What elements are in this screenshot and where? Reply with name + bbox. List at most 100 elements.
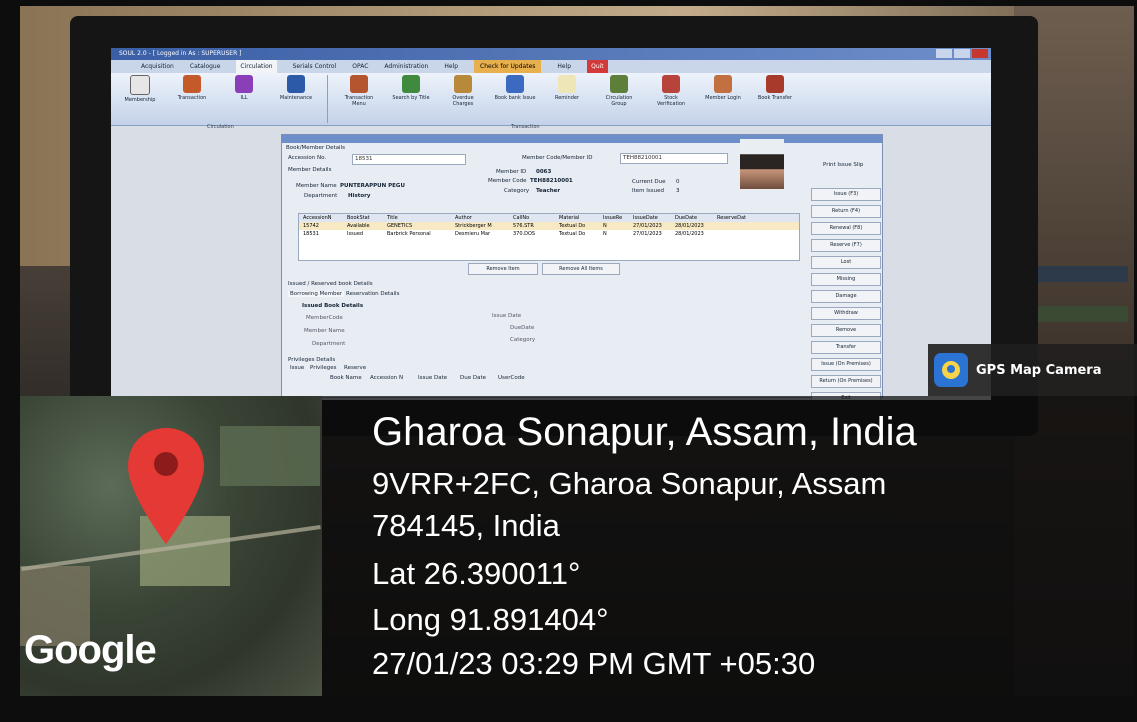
- remove-item-button[interactable]: Remove Item: [468, 263, 538, 275]
- ribbon-label: Membership: [124, 97, 156, 103]
- ribbon-book-transfer[interactable]: Book Transfer: [754, 75, 796, 123]
- member-login-icon: [714, 75, 732, 93]
- renewal-button[interactable]: Renewal (F8): [811, 222, 881, 235]
- member-id-label: Member ID: [496, 169, 527, 175]
- ribbon-label: Transaction: [177, 95, 207, 101]
- ribbon-toolbar: Membership Transaction ILL Maintenance T…: [111, 73, 991, 126]
- reminder-icon: [558, 75, 576, 93]
- ribbon-label: Reminder: [554, 95, 580, 101]
- transfer-button[interactable]: Transfer: [811, 341, 881, 354]
- satellite-map: Google: [20, 396, 322, 696]
- tab-borrowing-member[interactable]: Borrowing Member: [288, 291, 345, 297]
- circulation-dialog: Book/Member Details Accession No. 18531 …: [281, 134, 883, 398]
- ribbon-overdue[interactable]: Overdue Charges: [442, 75, 484, 123]
- tab-issue[interactable]: Issue: [290, 365, 304, 371]
- menu-serials[interactable]: Serials Control: [293, 60, 337, 73]
- priv-header: Accession N: [370, 375, 404, 381]
- missing-button[interactable]: Missing: [811, 273, 881, 286]
- table-row[interactable]: 15742 Available GENETICS Strickberger M …: [299, 222, 799, 230]
- ill-icon: [235, 75, 253, 93]
- menu-catalogue[interactable]: Catalogue: [190, 60, 221, 73]
- menu-acquisition[interactable]: Acquisition: [141, 60, 174, 73]
- grid-header: Author: [455, 215, 472, 221]
- minimize-button[interactable]: [936, 49, 952, 58]
- remove-all-button[interactable]: Remove All Items: [542, 263, 620, 275]
- grid-header: AccessionN: [303, 215, 332, 221]
- menu-opac[interactable]: OPAC: [352, 60, 368, 73]
- ribbon-search-title[interactable]: Search by Title: [390, 75, 432, 123]
- ribbon-membership[interactable]: Membership: [119, 75, 161, 123]
- remove-button[interactable]: Remove: [811, 324, 881, 337]
- lost-button[interactable]: Lost: [811, 256, 881, 269]
- current-due-value: 0: [676, 179, 680, 185]
- tab-reserve[interactable]: Reserve: [344, 365, 366, 371]
- issue-on-premises-button[interactable]: Issue (On Premises): [811, 358, 881, 371]
- grid-header: DueDate: [675, 215, 698, 221]
- ribbon-stock-verification[interactable]: Stock Verification: [650, 75, 692, 123]
- damage-button[interactable]: Damage: [811, 290, 881, 303]
- gps-badge-text: GPS Map Camera: [976, 362, 1102, 378]
- menu-bar: Acquisition Catalogue Circulation Serial…: [111, 60, 991, 73]
- transaction-icon: [183, 75, 201, 93]
- grid-cell: GENETICS: [387, 223, 413, 229]
- menu-help[interactable]: Help: [444, 60, 458, 73]
- quit-button[interactable]: Quit: [587, 60, 608, 73]
- grid-header-row: AccessionN BookStat Title Author CallNo …: [299, 214, 799, 222]
- ribbon-bookbank[interactable]: Book bank Issue: [494, 75, 536, 123]
- menu-circulation[interactable]: Circulation: [236, 60, 277, 73]
- check-updates-button[interactable]: Check for Updates: [474, 60, 542, 73]
- print-slip-checkbox[interactable]: Print Issue Slip: [823, 162, 863, 168]
- window-title: SOUL 2.0 - [ Logged in As : SUPERUSER ]: [119, 50, 242, 57]
- ribbon-reminder[interactable]: Reminder: [546, 75, 588, 123]
- dialog-titlebar: [282, 135, 882, 143]
- priv-header: Book Name: [330, 375, 362, 381]
- return-on-premises-button[interactable]: Return (On Premises): [811, 375, 881, 388]
- return-button[interactable]: Return (F4): [811, 205, 881, 218]
- menu-administration[interactable]: Administration: [384, 60, 428, 73]
- tab-reservation-details[interactable]: Reservation Details: [346, 291, 399, 297]
- priv-header: UserCode: [498, 375, 525, 381]
- ribbon-circulation-group[interactable]: Circulation Group: [598, 75, 640, 123]
- tab-privileges[interactable]: Privileges: [310, 365, 336, 371]
- bookbank-icon: [506, 75, 524, 93]
- close-button[interactable]: [972, 49, 988, 58]
- member-code2-value: TEH88210001: [530, 178, 573, 184]
- book-transfer-icon: [766, 75, 784, 93]
- grid-cell: N: [603, 223, 607, 229]
- withdraw-button[interactable]: Withdraw: [811, 307, 881, 320]
- ribbon-ill[interactable]: ILL: [223, 75, 265, 123]
- datetime: 27/01/23 03:29 PM GMT +05:30: [372, 646, 816, 681]
- maximize-button[interactable]: [954, 49, 970, 58]
- accession-input[interactable]: 18531: [352, 154, 466, 165]
- member-code2-label: Member Code: [488, 178, 527, 184]
- items-grid: AccessionN BookStat Title Author CallNo …: [298, 213, 800, 261]
- monitor-screen: SOUL 2.0 - [ Logged in As : SUPERUSER ] …: [111, 48, 991, 400]
- member-code-input[interactable]: TEH88210001: [620, 153, 728, 164]
- item-issued-label: Item Issued: [632, 188, 664, 194]
- grid-header: Material: [559, 215, 580, 221]
- ribbon-transaction-menu[interactable]: Transaction Menu: [338, 75, 380, 123]
- maintenance-icon: [287, 75, 305, 93]
- section-heading: Book/Member Details: [286, 145, 345, 151]
- ib-due-date-label: DueDate: [510, 325, 535, 331]
- ribbon-transaction[interactable]: Transaction: [171, 75, 213, 123]
- grid-header: IssueRe: [603, 215, 623, 221]
- grid-cell: 27/01/2023: [633, 223, 662, 229]
- grid-cell: 15742: [303, 223, 319, 229]
- latitude: Lat 26.390011°: [372, 556, 581, 591]
- ribbon-label: Stock Verification: [656, 95, 686, 107]
- gps-camera-icon: [934, 353, 968, 387]
- grid-header: CallNo: [513, 215, 530, 221]
- ribbon-maintenance[interactable]: Maintenance: [275, 75, 317, 123]
- longitude: Long 91.891404°: [372, 602, 609, 637]
- grid-cell: Textual Do: [559, 231, 586, 237]
- issue-button[interactable]: Issue (F3): [811, 188, 881, 201]
- grid-cell: 28/01/2023: [675, 231, 704, 237]
- reserve-button[interactable]: Reserve (F7): [811, 239, 881, 252]
- ribbon-member-login[interactable]: Member Login: [702, 75, 744, 123]
- help-button[interactable]: Help: [557, 60, 571, 73]
- grid-cell: 28/01/2023: [675, 223, 704, 229]
- table-row[interactable]: 18531 Issued Barbrick Personal Desmieru …: [299, 230, 799, 238]
- transaction-menu-icon: [350, 75, 368, 93]
- ib-department-label: Department: [312, 341, 346, 347]
